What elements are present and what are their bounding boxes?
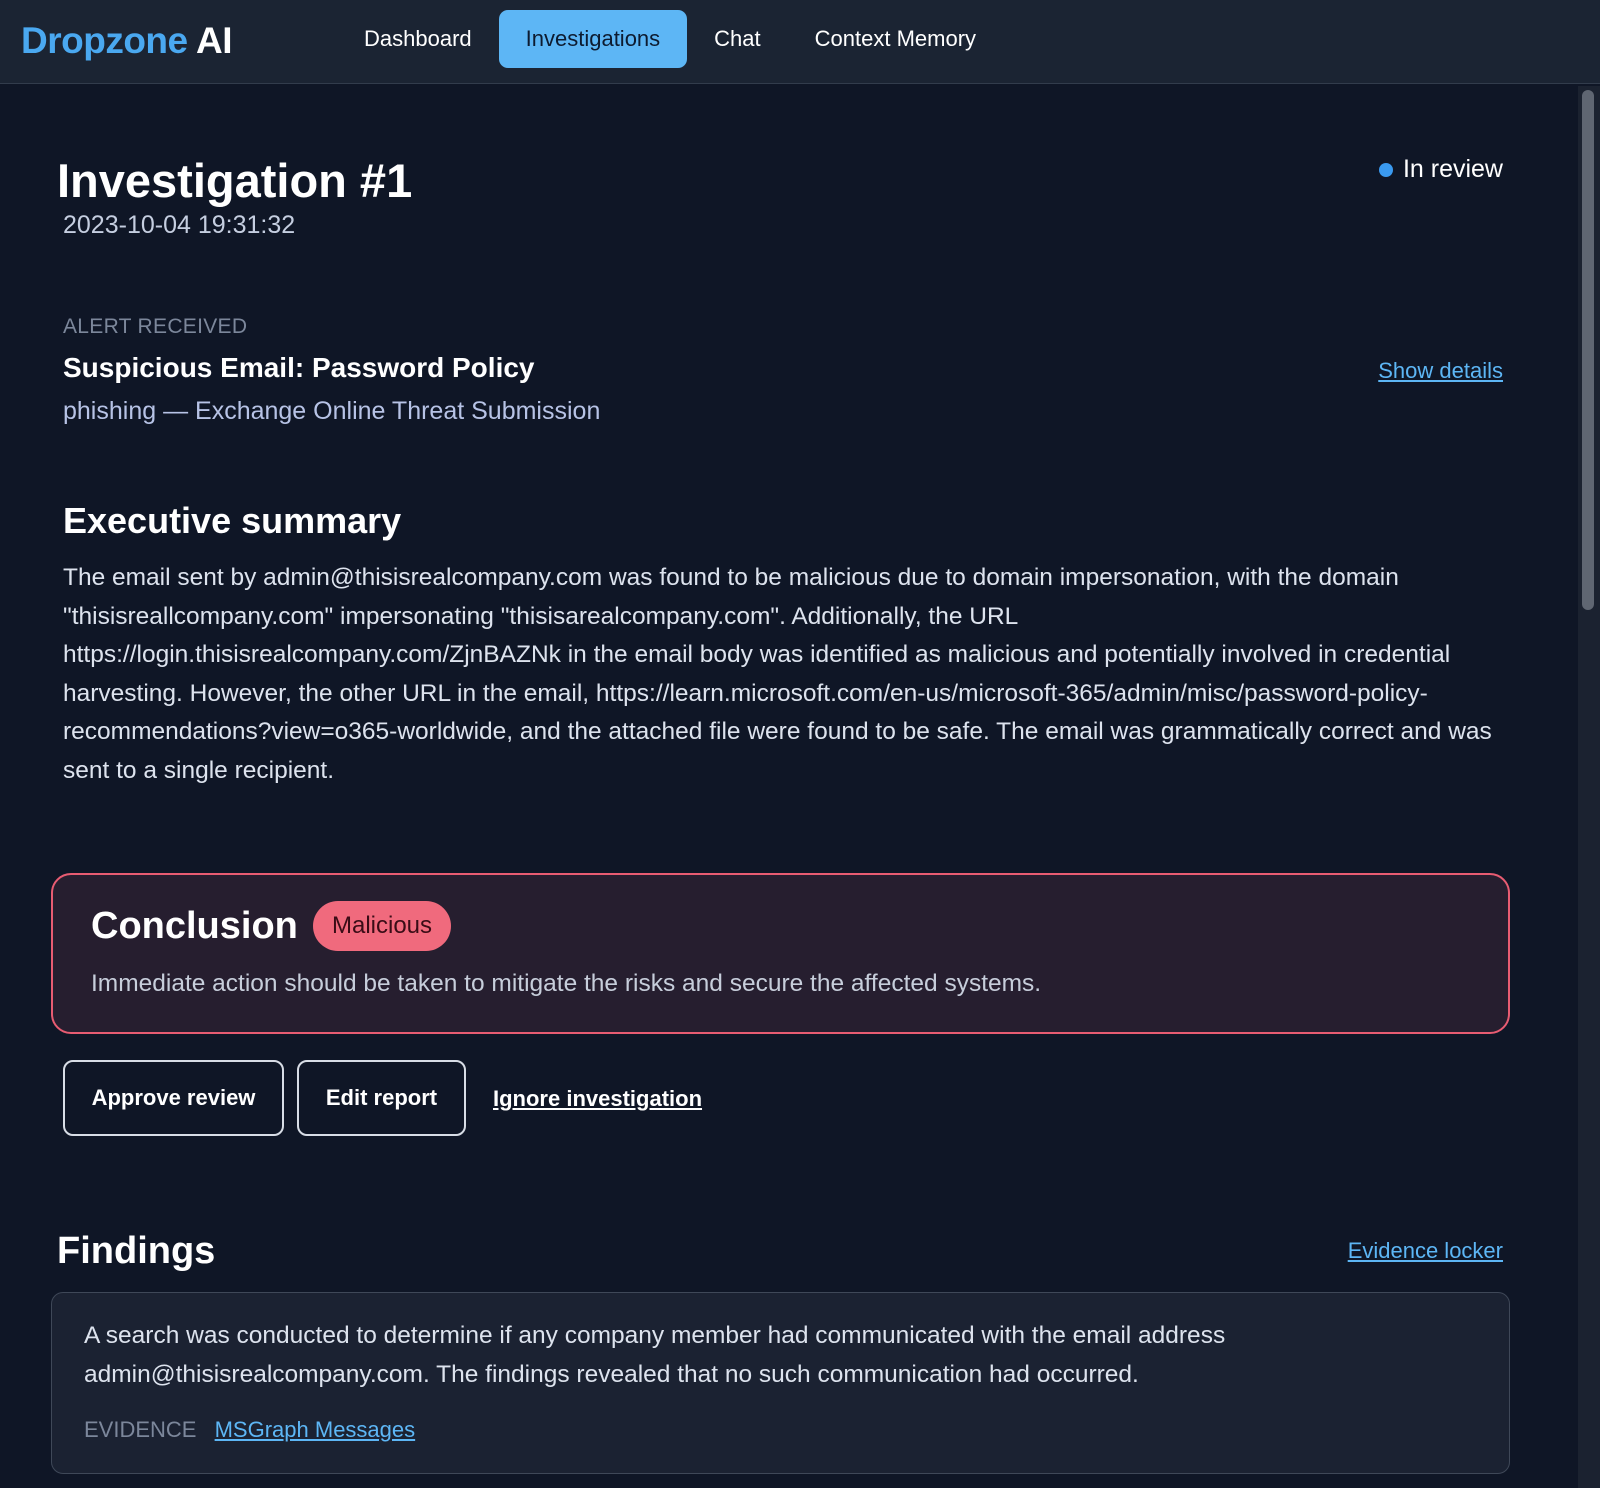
- finding-card: A search was conducted to determine if a…: [51, 1292, 1510, 1474]
- top-navigation-bar: Dropzone AI Dashboard Investigations Cha…: [0, 0, 1600, 84]
- status-badge: In review: [1378, 155, 1503, 184]
- executive-summary-heading: Executive summary: [63, 500, 402, 541]
- evidence-source-link[interactable]: MSGraph Messages: [215, 1417, 416, 1442]
- edit-report-button[interactable]: Edit report: [297, 1060, 466, 1136]
- findings-heading: Findings: [57, 1230, 216, 1272]
- alert-received-label: ALERT RECEIVED: [63, 315, 248, 338]
- nav-chat[interactable]: Chat: [687, 10, 787, 68]
- verdict-badge: Malicious: [313, 901, 452, 951]
- evidence-label: EVIDENCE: [84, 1417, 197, 1442]
- evidence-locker-link[interactable]: Evidence locker: [1348, 1238, 1503, 1264]
- conclusion-text: Immediate action should be taken to miti…: [91, 970, 1042, 997]
- page-title: Investigation #1: [57, 154, 413, 207]
- conclusion-heading: Conclusion: [91, 905, 298, 947]
- logo-ai-text: AI: [196, 20, 233, 61]
- nav-context-memory[interactable]: Context Memory: [788, 10, 1003, 68]
- dropzone-logo[interactable]: Dropzone AI: [21, 20, 233, 62]
- finding-text: A search was conducted to determine if a…: [84, 1322, 1226, 1388]
- logo-brand-text: Dropzone: [21, 20, 188, 61]
- ignore-investigation-link[interactable]: Ignore investigation: [493, 1086, 702, 1112]
- main-nav: Dashboard Investigations Chat Context Me…: [337, 10, 1003, 68]
- scrollbar-thumb[interactable]: [1582, 90, 1594, 610]
- alert-title: Suspicious Email: Password Policy: [63, 352, 535, 383]
- nav-investigations[interactable]: Investigations: [498, 10, 688, 68]
- executive-summary-text: The email sent by admin@thisisrealcompan…: [63, 564, 1492, 784]
- conclusion-card: Conclusion Malicious Immediate action sh…: [51, 873, 1510, 1034]
- status-text: In review: [1402, 155, 1503, 183]
- finding-evidence: EVIDENCE MSGraph Messages: [84, 1417, 415, 1443]
- show-details-link[interactable]: Show details: [1378, 358, 1503, 384]
- investigation-page: Investigation #1 2023-10-04 19:31:32 In …: [0, 85, 1578, 1488]
- approve-review-button[interactable]: Approve review: [63, 1060, 284, 1136]
- nav-dashboard[interactable]: Dashboard: [337, 10, 499, 68]
- status-dot-icon: [1378, 162, 1393, 177]
- investigation-timestamp: 2023-10-04 19:31:32: [63, 211, 296, 239]
- alert-subtitle: phishing — Exchange Online Threat Submis…: [63, 397, 601, 425]
